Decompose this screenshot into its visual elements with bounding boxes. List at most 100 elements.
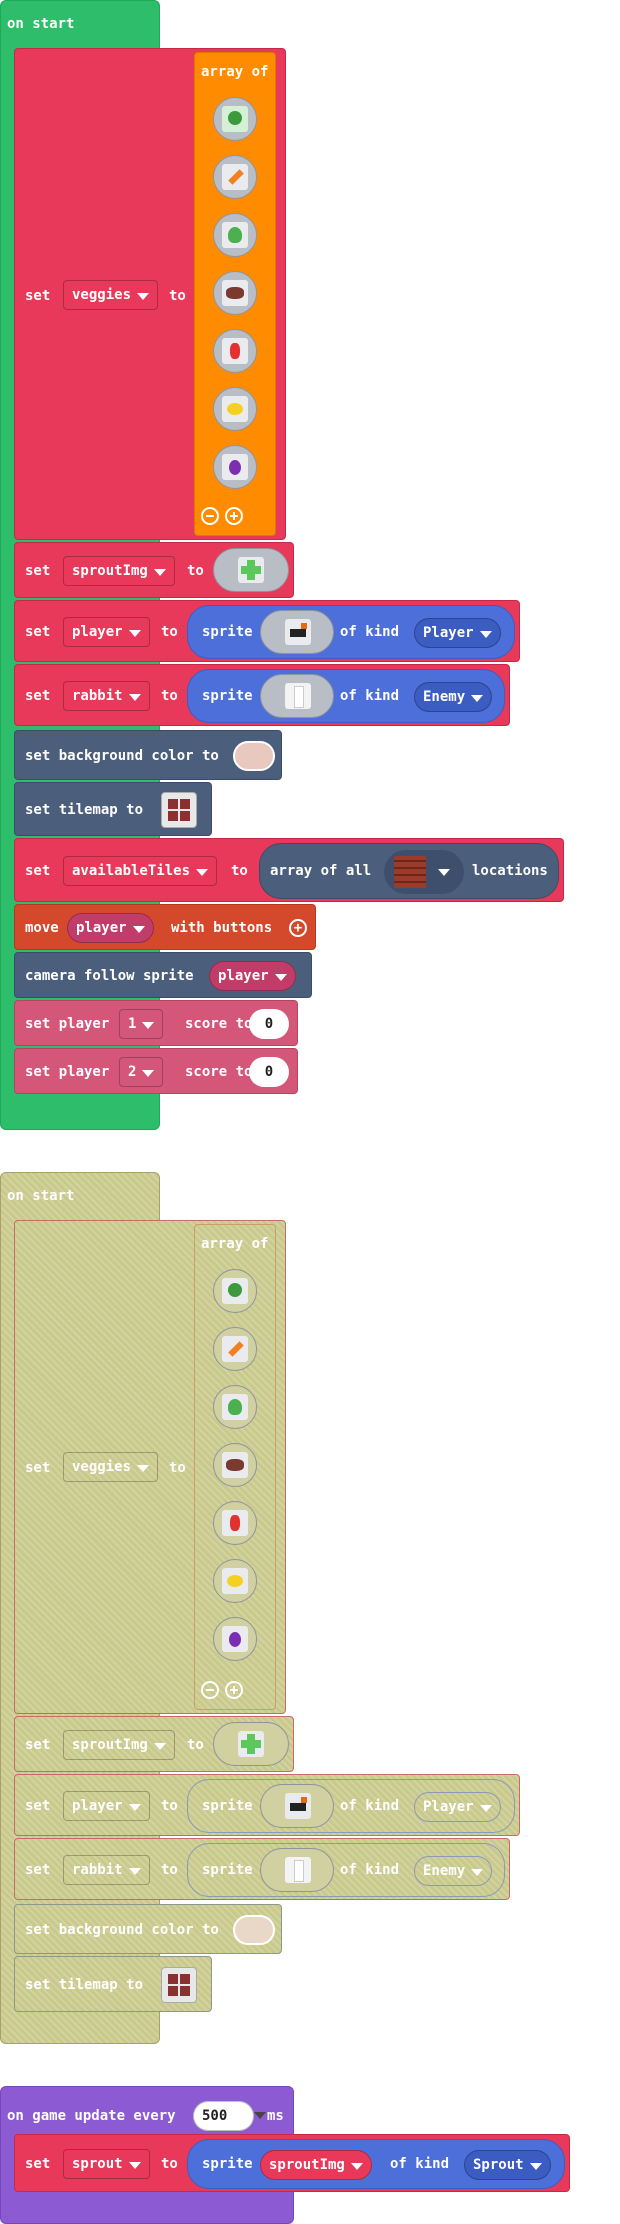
set-player-block-disabled[interactable]: set player to sprite of kind Player (14, 1774, 520, 1836)
array-of-block-disabled[interactable]: array of ⊖ ⊕ (194, 1224, 276, 1710)
lemon-item[interactable] (213, 1559, 257, 1603)
kind-dropdown[interactable]: Enemy (414, 682, 493, 712)
carrot-item[interactable] (213, 155, 257, 199)
set-sprout-block[interactable]: set sprout to sprite sproutImg of kind S… (14, 2134, 570, 2192)
kind-dropdown[interactable]: Sprout (464, 2150, 551, 2180)
score-value-input[interactable]: 0 (249, 1057, 289, 1087)
of-kind-label: of kind (390, 2156, 450, 2172)
cat-icon (285, 1793, 311, 1819)
lettuce-item[interactable] (213, 213, 257, 257)
pepper-icon (222, 1510, 248, 1536)
interval-dropdown[interactable]: 500 (193, 2101, 255, 2131)
rabbit-image-slot[interactable] (260, 674, 334, 718)
color-swatch[interactable] (233, 741, 275, 771)
rabbit-var-dropdown[interactable]: rabbit (63, 1855, 150, 1885)
rabbit-image-slot[interactable] (260, 1848, 334, 1892)
broccoli-item[interactable] (213, 97, 257, 141)
veggies-var-dropdown[interactable]: veggies (63, 1452, 159, 1482)
of-kind-label: of kind (340, 1798, 400, 1814)
tilemap-editor-button[interactable] (161, 792, 197, 828)
kind-dropdown[interactable]: Player (414, 1792, 501, 1822)
score-to-label: score to (185, 1016, 253, 1032)
sprout-image-slot[interactable] (213, 1722, 289, 1766)
meat-icon (222, 280, 248, 306)
set-sproutimg-block[interactable]: set sproutImg to (14, 542, 294, 598)
lettuce-item[interactable] (213, 1385, 257, 1429)
score-value-input[interactable]: 0 (249, 1009, 289, 1039)
set-background-color-block-disabled[interactable]: set background color to (14, 1904, 282, 1954)
sprite-label: sprite (202, 1798, 253, 1814)
pepper-item[interactable] (213, 1501, 257, 1545)
array-label: array of (201, 1236, 269, 1252)
set-player-block[interactable]: set player to sprite of kind Player (14, 600, 520, 662)
sproutimg-var-dropdown[interactable]: sproutImg (63, 556, 175, 586)
availabletiles-var-dropdown[interactable]: availableTiles (63, 856, 218, 886)
camera-var-dropdown[interactable]: player (209, 961, 296, 991)
to-label: to (161, 1862, 178, 1878)
eggplant-item[interactable] (213, 1617, 257, 1661)
sprout-image-slot[interactable] (213, 548, 289, 592)
expand-plus-icon[interactable]: + (289, 919, 307, 937)
sprite-of-kind-block[interactable]: sprite of kind Player (187, 605, 515, 659)
to-label: to (169, 1460, 186, 1476)
set-tilemap-block-disabled[interactable]: set tilemap to (14, 1956, 212, 2012)
player-image-slot[interactable] (260, 1784, 334, 1828)
color-swatch[interactable] (233, 1915, 275, 1945)
broccoli-item[interactable] (213, 1269, 257, 1313)
camera-follow-block[interactable]: camera follow sprite player (14, 952, 312, 998)
set-player1-score-block[interactable]: set player 1 score to 0 (14, 1000, 298, 1046)
eggplant-item[interactable] (213, 445, 257, 489)
pepper-item[interactable] (213, 329, 257, 373)
sprout-icon (238, 1731, 264, 1757)
move-with-buttons-block[interactable]: move player with buttons + (14, 904, 316, 950)
lemon-icon (222, 396, 248, 422)
set-tilemap-block[interactable]: set tilemap to (14, 782, 212, 836)
set-rabbit-block[interactable]: set rabbit to sprite of kind Enemy (14, 664, 510, 726)
sprout-var-dropdown[interactable]: sprout (63, 2149, 150, 2179)
player-number-dropdown[interactable]: 2 (119, 1057, 164, 1087)
set-label: set (25, 1798, 51, 1814)
sprite-label: sprite (202, 1862, 253, 1878)
kind-dropdown[interactable]: Player (414, 618, 501, 648)
meat-item[interactable] (213, 271, 257, 315)
broccoli-icon (222, 106, 248, 132)
set-player2-score-block[interactable]: set player 2 score to 0 (14, 1048, 298, 1094)
pepper-icon (222, 338, 248, 364)
move-var-dropdown[interactable]: player (67, 913, 154, 943)
with-buttons-label: with buttons (171, 920, 273, 936)
broccoli-icon (222, 1278, 248, 1304)
sprite-label: sprite (202, 2156, 253, 2172)
meat-item[interactable] (213, 1443, 257, 1487)
img-var-dropdown[interactable]: sproutImg (260, 2150, 372, 2180)
kind-dropdown[interactable]: Enemy (414, 1856, 493, 1886)
player-var-dropdown[interactable]: player (63, 617, 150, 647)
sprite-of-kind-block[interactable]: sprite of kind Player (187, 1779, 515, 1833)
sprite-label: sprite (202, 624, 253, 640)
player-image-slot[interactable] (260, 610, 334, 654)
player-number-dropdown[interactable]: 1 (119, 1009, 164, 1039)
minus-icon (206, 515, 214, 517)
carrot-item[interactable] (213, 1327, 257, 1371)
player-var-dropdown[interactable]: player (63, 1791, 150, 1821)
set-label: set (25, 1862, 51, 1878)
lemon-item[interactable] (213, 387, 257, 431)
rabbit-var-dropdown[interactable]: rabbit (63, 681, 150, 711)
sprite-of-kind-block[interactable]: sprite of kind Enemy (187, 669, 505, 723)
to-label: to (161, 1798, 178, 1814)
veggies-var-dropdown[interactable]: veggies (63, 280, 159, 310)
sproutimg-var-dropdown[interactable]: sproutImg (63, 1730, 175, 1760)
set-availabletiles-block[interactable]: set availableTiles to array of all locat… (14, 838, 564, 902)
tilemap-editor-button[interactable] (161, 1967, 197, 2003)
set-background-color-block[interactable]: set background color to (14, 730, 282, 780)
sprite-of-kind-block[interactable]: sprite of kind Enemy (187, 1843, 505, 1897)
array-of-all-locations-block[interactable]: array of all locations (259, 843, 559, 899)
set-label: set (25, 688, 51, 704)
array-of-block[interactable]: array of ⊖ ⊕ (194, 52, 276, 536)
carrot-icon (222, 164, 248, 190)
set-sproutimg-block-disabled[interactable]: set sproutImg to (14, 1716, 294, 1772)
set-label: set (25, 288, 51, 304)
tile-picker-dropdown[interactable] (384, 850, 464, 894)
sprite-of-kind-block[interactable]: sprite sproutImg of kind Sprout (187, 2139, 565, 2189)
array-all-label: array of all (270, 863, 372, 879)
set-rabbit-block-disabled[interactable]: set rabbit to sprite of kind Enemy (14, 1838, 510, 1900)
